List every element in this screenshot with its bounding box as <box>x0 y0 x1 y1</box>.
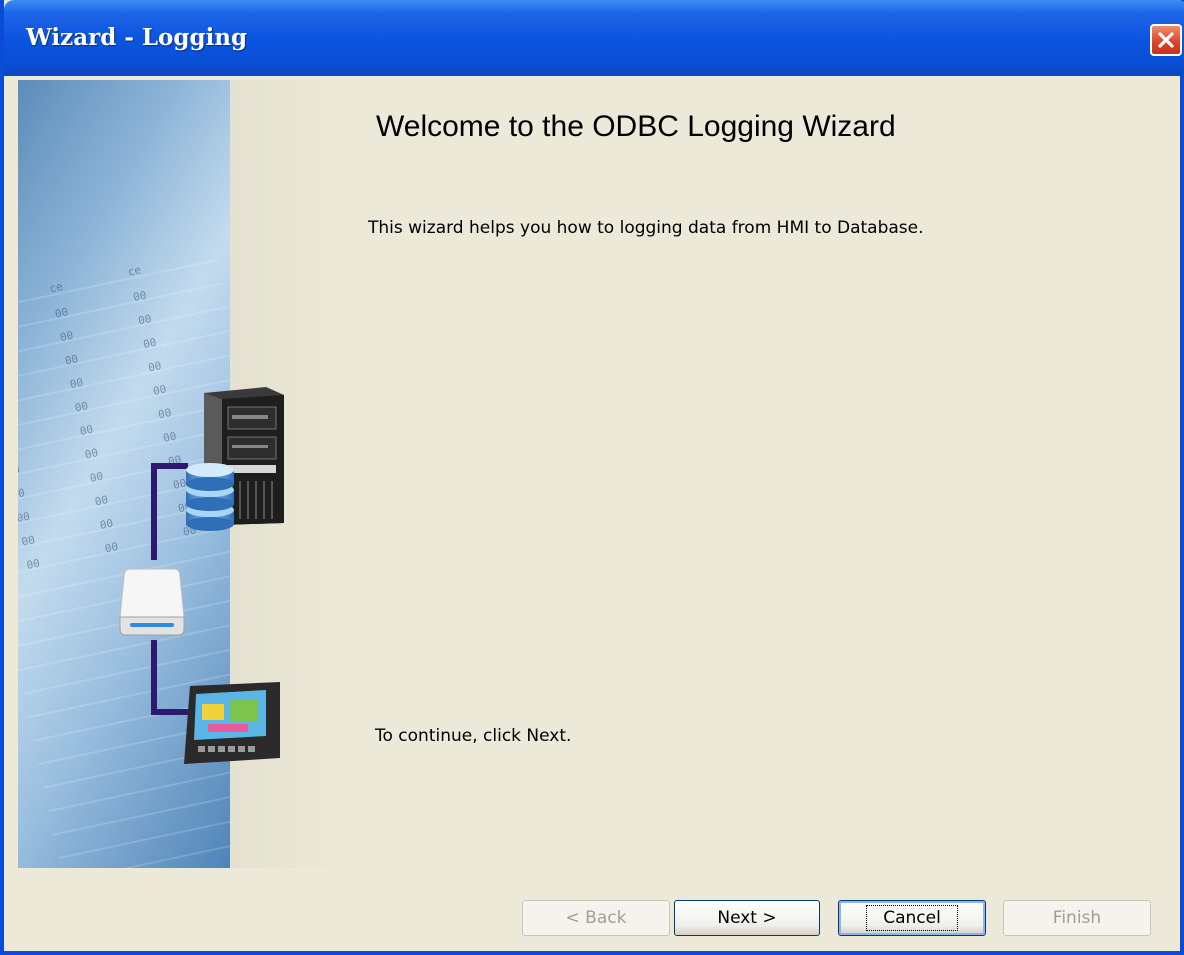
title-bar[interactable]: Wizard - Logging <box>4 0 1184 76</box>
finish-button[interactable]: Finish <box>1003 900 1151 936</box>
cancel-button[interactable]: Cancel <box>838 900 986 936</box>
drive-icon <box>119 568 185 636</box>
finish-button-label: Finish <box>1052 908 1102 928</box>
wizard-window: Wizard - Logging CScece 000000 000000 00… <box>0 0 1184 955</box>
database-icon <box>186 463 234 531</box>
back-button[interactable]: < Back <box>522 900 670 936</box>
welcome-heading: Welcome to the ODBC Logging Wizard <box>376 110 896 143</box>
cancel-button-label: Cancel <box>866 905 958 931</box>
close-icon <box>1158 32 1174 48</box>
continue-instruction: To continue, click Next. <box>375 726 572 746</box>
next-button[interactable]: Next > <box>674 900 820 936</box>
close-button[interactable] <box>1150 24 1182 56</box>
wizard-description: This wizard helps you how to logging dat… <box>368 218 924 238</box>
back-button-label: < Back <box>565 908 627 928</box>
window-title: Wizard - Logging <box>26 24 248 51</box>
next-button-label: Next > <box>717 908 777 928</box>
hmi-panel-icon <box>184 682 280 764</box>
